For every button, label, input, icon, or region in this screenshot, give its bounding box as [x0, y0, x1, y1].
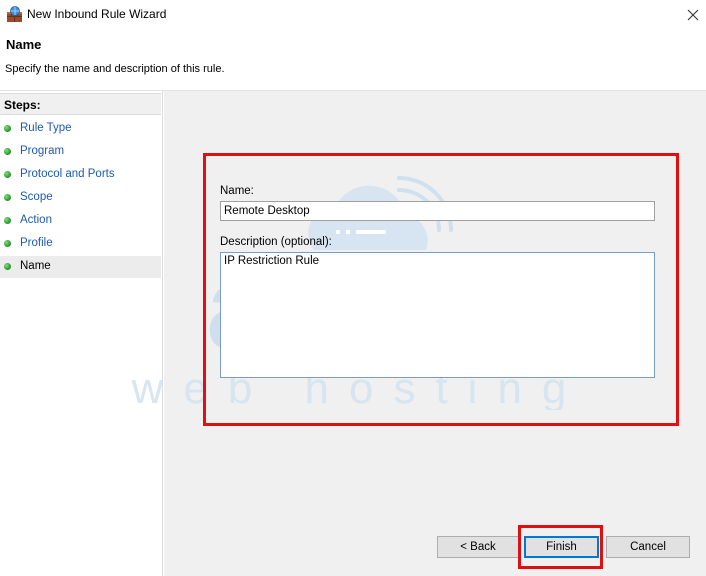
step-complete-icon: [4, 240, 11, 247]
steps-heading-label: Steps:: [4, 98, 41, 112]
step-complete-icon: [4, 125, 11, 132]
step-label: Rule Type: [20, 122, 72, 134]
cancel-button[interactable]: Cancel: [606, 536, 690, 558]
steps-sidebar: Steps: Rule Type Program Protocol and Po…: [0, 91, 163, 576]
step-complete-icon: [4, 194, 11, 201]
firewall-wizard-icon: [6, 6, 23, 23]
step-complete-icon: [4, 148, 11, 155]
step-label: Profile: [20, 237, 53, 249]
title-bar: New Inbound Rule Wizard: [0, 0, 706, 30]
step-action[interactable]: Action: [0, 210, 161, 232]
step-protocol-and-ports[interactable]: Protocol and Ports: [0, 164, 161, 186]
finish-button[interactable]: Finish: [524, 536, 599, 558]
name-label: Name:: [220, 185, 254, 197]
window-title: New Inbound Rule Wizard: [27, 7, 167, 21]
close-icon[interactable]: [680, 2, 706, 28]
steps-heading: Steps:: [0, 93, 161, 115]
step-label: Name: [20, 260, 51, 272]
step-complete-icon: [4, 217, 11, 224]
step-name[interactable]: Name: [0, 256, 161, 278]
step-label: Action: [20, 214, 52, 226]
step-profile[interactable]: Profile: [0, 233, 161, 255]
page-title: Name: [6, 37, 42, 52]
step-rule-type[interactable]: Rule Type: [0, 118, 161, 140]
step-label: Scope: [20, 191, 53, 203]
description-label: Description (optional):: [220, 236, 332, 248]
step-label: Protocol and Ports: [20, 168, 115, 180]
step-label: Program: [20, 145, 65, 157]
step-program[interactable]: Program: [0, 141, 161, 163]
name-input[interactable]: [220, 201, 655, 221]
step-scope[interactable]: Scope: [0, 187, 161, 209]
step-current-icon: [4, 263, 11, 270]
page-subtitle: Specify the name and description of this…: [5, 63, 225, 75]
description-textarea[interactable]: IP Restriction Rule: [220, 252, 655, 378]
step-complete-icon: [4, 171, 11, 178]
back-button[interactable]: < Back: [437, 536, 519, 558]
